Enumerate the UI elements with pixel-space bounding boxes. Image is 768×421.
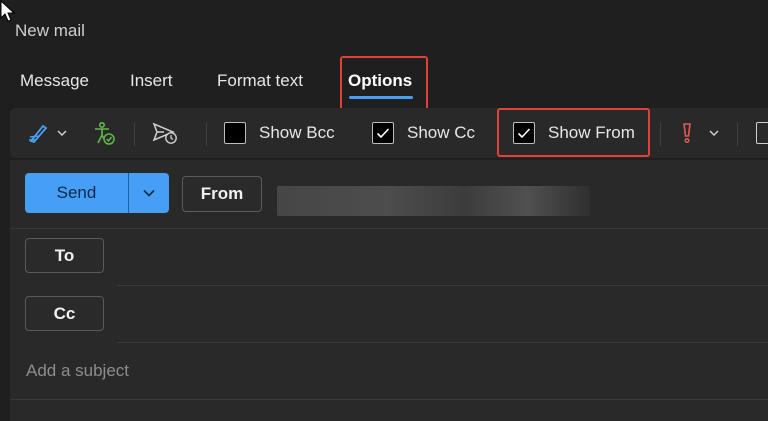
- chevron-down-icon: [57, 130, 67, 137]
- chevron-down-icon: [709, 130, 719, 137]
- schedule-send-button[interactable]: [152, 108, 178, 158]
- cc-field-underline: [117, 342, 768, 343]
- signature-button[interactable]: [28, 108, 68, 158]
- schedule-send-icon: [152, 122, 177, 144]
- toolbar-divider: [134, 122, 135, 146]
- show-bcc-label: Show Bcc: [259, 123, 335, 142]
- importance-icon: [683, 123, 691, 144]
- show-bcc-toggle[interactable]: Show Bcc: [224, 108, 335, 158]
- overflow-icon: [756, 122, 768, 144]
- cc-button[interactable]: Cc: [25, 296, 104, 331]
- checkmark-icon: [376, 128, 390, 139]
- show-cc-checkbox[interactable]: [372, 122, 394, 144]
- toolbar-divider: [660, 122, 661, 146]
- options-toolbar: Show Bcc Show Cc Show From: [10, 108, 768, 158]
- subject-input[interactable]: Add a subject: [26, 361, 129, 381]
- divider: [10, 228, 768, 229]
- show-bcc-checkbox[interactable]: [224, 122, 246, 144]
- window-title: New mail: [15, 21, 85, 40]
- to-button[interactable]: To: [25, 238, 104, 273]
- from-address-redacted: [277, 186, 590, 216]
- signature-icon: [28, 124, 48, 144]
- toolbar-divider: [737, 122, 738, 146]
- show-from-highlight: [497, 108, 650, 157]
- importance-button[interactable]: [680, 108, 720, 158]
- subject-divider: [10, 399, 768, 400]
- tab-message[interactable]: Message: [20, 71, 89, 91]
- accessibility-checker-icon: [95, 121, 115, 145]
- to-field-underline: [117, 285, 768, 286]
- send-options-button[interactable]: [129, 173, 169, 213]
- tab-insert[interactable]: Insert: [130, 71, 173, 91]
- show-cc-label: Show Cc: [407, 123, 476, 142]
- send-button[interactable]: Send: [25, 173, 128, 213]
- send-button-group: Send: [25, 173, 169, 213]
- more-options-button[interactable]: [756, 108, 768, 158]
- toolbar-divider: [206, 122, 207, 146]
- chevron-down-icon: [143, 189, 155, 197]
- from-button[interactable]: From: [182, 176, 262, 212]
- options-tab-highlight: [340, 56, 428, 115]
- accessibility-checker-button[interactable]: [92, 108, 116, 158]
- show-cc-toggle[interactable]: Show Cc: [372, 108, 475, 158]
- tab-format-text[interactable]: Format text: [217, 71, 303, 91]
